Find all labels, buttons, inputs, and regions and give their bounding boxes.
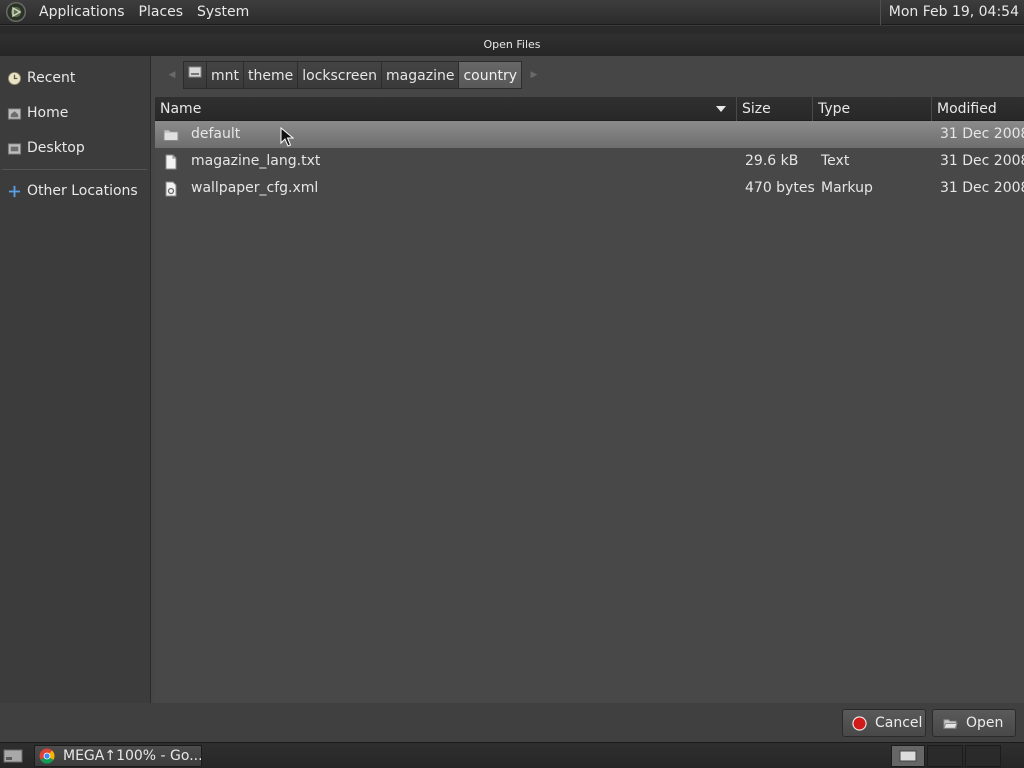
column-header-label: Name <box>160 101 202 117</box>
file-list-header: Name Size Type Modified <box>155 97 1024 121</box>
file-name: default <box>191 126 241 142</box>
sidebar-item-home[interactable]: Home <box>0 98 148 128</box>
column-header-type[interactable]: Type <box>813 97 932 121</box>
dialog-button-bar: Cancel Open <box>0 703 1024 742</box>
column-header-modified[interactable]: Modified <box>932 97 1024 121</box>
cancel-button[interactable]: Cancel <box>842 709 926 737</box>
taskbar-item-label: MEGA↑100% - Go... <box>63 748 202 764</box>
file-name: wallpaper_cfg.xml <box>191 180 319 196</box>
sidebar-item-label: Home <box>27 105 69 121</box>
desktop-icon <box>6 140 22 156</box>
path-crumb-theme[interactable]: theme <box>243 61 299 89</box>
file-row[interactable]: wallpaper_cfg.xml 470 bytes Markup 31 De… <box>155 175 1024 202</box>
app-logo-icon[interactable] <box>6 2 26 22</box>
file-size: 29.6 kB <box>745 153 799 169</box>
panel-menu-bar: Applications Places System <box>0 0 256 25</box>
sort-descending-icon <box>716 106 726 112</box>
workspace-switcher-1[interactable] <box>891 745 925 767</box>
sidebar-item-recent[interactable]: Recent <box>0 63 148 93</box>
markup-file-icon <box>163 181 179 197</box>
places-menu[interactable]: Places <box>132 0 191 25</box>
column-header-name[interactable]: Name <box>155 97 737 121</box>
open-folder-icon <box>942 715 958 731</box>
window-frame-top <box>0 26 1024 34</box>
sidebar-separator <box>2 169 147 170</box>
sidebar-item-label: Desktop <box>27 140 85 156</box>
file-size: 470 bytes <box>745 180 815 196</box>
places-sidebar: Recent Home Desktop Other Locations <box>0 56 151 703</box>
file-chooser-window: Open Files Recent Home Desktop Other Loc… <box>0 26 1024 742</box>
folder-icon <box>163 127 179 143</box>
home-icon <box>6 105 22 121</box>
file-type: Text <box>821 153 850 169</box>
file-type: Markup <box>821 180 873 196</box>
recent-icon <box>6 70 22 86</box>
mouse-cursor-icon <box>280 126 295 147</box>
workspace-switcher-2[interactable] <box>927 745 963 767</box>
path-root-disk[interactable] <box>183 61 207 89</box>
system-menu[interactable]: System <box>190 0 256 25</box>
file-modified: 31 Dec 2008 <box>940 153 1024 169</box>
plus-icon <box>6 183 22 199</box>
clock[interactable]: Mon Feb 19, 04:54 <box>879 0 1019 25</box>
text-file-icon <box>163 154 179 170</box>
path-bar: ◀ mnt theme lockscreen magazine country … <box>160 60 546 90</box>
file-modified: 31 Dec 2008 <box>940 126 1024 142</box>
path-scroll-right-icon[interactable]: ▶ <box>522 61 546 89</box>
file-name: magazine_lang.txt <box>191 153 321 169</box>
drive-icon <box>188 61 202 89</box>
path-crumb-mnt[interactable]: mnt <box>206 61 244 89</box>
show-desktop-icon[interactable] <box>2 747 24 765</box>
top-panel: Applications Places System Mon Feb 19, 0… <box>0 0 1024 25</box>
open-button[interactable]: Open <box>932 709 1016 737</box>
file-list[interactable]: Name Size Type Modified default 31 Dec 2… <box>155 97 1024 703</box>
applications-menu[interactable]: Applications <box>32 0 132 25</box>
open-button-label: Open <box>966 715 1004 731</box>
file-row[interactable]: magazine_lang.txt 29.6 kB Text 31 Dec 20… <box>155 148 1024 175</box>
taskbar-item-browser[interactable]: MEGA↑100% - Go... <box>34 745 202 767</box>
path-scroll-left-icon[interactable]: ◀ <box>160 61 184 89</box>
sidebar-item-desktop[interactable]: Desktop <box>0 133 148 163</box>
path-crumb-country[interactable]: country <box>458 61 523 89</box>
taskbar: MEGA↑100% - Go... <box>0 742 1024 768</box>
sidebar-item-label: Other Locations <box>27 183 138 199</box>
chrome-icon <box>39 748 55 764</box>
cancel-icon <box>852 715 867 731</box>
path-crumb-lockscreen[interactable]: lockscreen <box>297 61 383 89</box>
file-modified: 31 Dec 2008 <box>940 180 1024 196</box>
window-title[interactable]: Open Files <box>0 34 1024 56</box>
workspace-switcher-3[interactable] <box>965 745 1001 767</box>
sidebar-item-label: Recent <box>27 70 76 86</box>
column-header-size[interactable]: Size <box>737 97 813 121</box>
sidebar-item-other-locations[interactable]: Other Locations <box>0 176 148 206</box>
cancel-button-label: Cancel <box>875 715 923 731</box>
path-crumb-magazine[interactable]: magazine <box>381 61 460 89</box>
